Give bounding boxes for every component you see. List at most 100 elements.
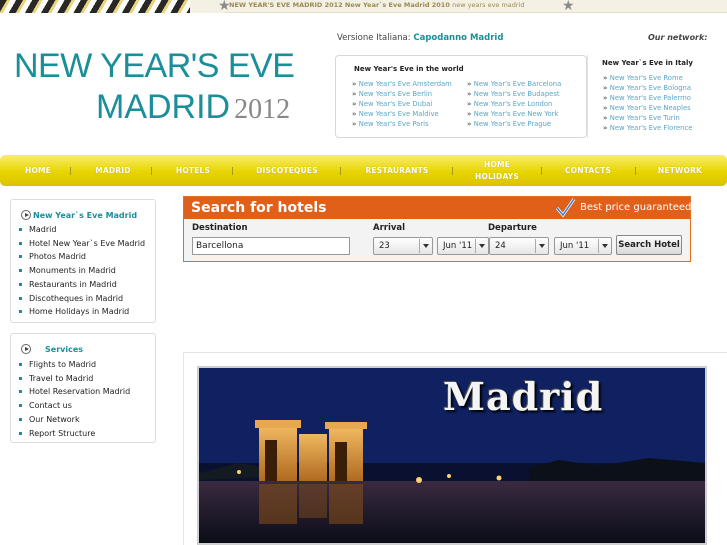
madrid-photo: Madrid xyxy=(197,366,707,545)
chevron-down-icon xyxy=(598,239,610,253)
sidebar-item[interactable]: Travel to Madrid xyxy=(19,372,130,386)
nav-separator xyxy=(541,167,542,175)
bullet-icon xyxy=(19,404,22,408)
network-link[interactable]: » New Year's Eve Budapest xyxy=(467,89,561,99)
search-header: Search for hotels Best price guaranteed xyxy=(184,197,692,219)
world-network-col2: » New Year's Eve Barcelona » New Year's … xyxy=(467,79,561,129)
sidebar-services: Services Flights to Madrid Travel to Mad… xyxy=(10,333,156,443)
network-link[interactable]: » New Year's Eve Turin xyxy=(603,113,692,123)
world-network-title: New Year's Eve in the world xyxy=(354,65,464,73)
chevron-down-icon xyxy=(475,239,487,253)
world-network-col1: » New Year's Eve Amsterdam » New Year's … xyxy=(352,79,452,129)
checkmark-icon xyxy=(555,198,576,218)
italy-network-list: » New Year's Eve Rome » New Year's Eve B… xyxy=(603,73,692,134)
nav-home-holidays[interactable]: HOME HOLIDAYS xyxy=(468,155,526,186)
sidebar-services-title[interactable]: Services xyxy=(21,344,83,354)
nav-separator xyxy=(151,167,152,175)
network-link[interactable]: » New Year's Eve Amsterdam xyxy=(352,79,452,89)
decorative-pattern xyxy=(0,0,190,13)
network-link[interactable]: » New Year's Eve Barcelona xyxy=(467,79,561,89)
star-icon: ★ xyxy=(562,0,575,14)
network-link[interactable]: » New Year's Eve Dubai xyxy=(352,99,452,109)
nav-hotels[interactable]: HOTELS xyxy=(163,155,223,186)
sidebar-item[interactable]: Our Network xyxy=(19,413,130,427)
bullet-icon xyxy=(19,376,22,380)
bullet-icon xyxy=(19,417,22,421)
sidebar-item[interactable]: Home Holidays in Madrid xyxy=(19,305,145,319)
search-title: Search for hotels xyxy=(191,200,327,216)
sidebar-item[interactable]: Contact us xyxy=(19,399,130,413)
main-nav: HOME MADRID HOTELS DISCOTEQUES RESTAURAN… xyxy=(0,155,727,186)
bullet-icon xyxy=(19,390,22,394)
nav-separator xyxy=(340,167,341,175)
italian-version-link[interactable]: Capodanno Madrid xyxy=(413,33,503,43)
network-link[interactable]: » New Year's Eve Maldive xyxy=(352,109,452,119)
network-link[interactable]: » New Year's Eve Florence xyxy=(603,123,692,133)
arrival-label: Arrival xyxy=(373,223,406,233)
italy-network-title: New Year`s Eve in Italy xyxy=(602,59,693,67)
nav-madrid[interactable]: MADRID xyxy=(84,155,142,186)
sidebar-item[interactable]: Hotel Reservation Madrid xyxy=(19,385,130,399)
network-link[interactable]: » New Year's Eve London xyxy=(467,99,561,109)
sidebar-madrid-title[interactable]: New Year`s Eve Madrid xyxy=(21,210,137,220)
arrival-month-select[interactable]: Jun '11 xyxy=(437,237,489,255)
world-network-box: New Year's Eve in the world » New Year's… xyxy=(335,55,587,138)
sidebar-item[interactable]: Discotheques in Madrid xyxy=(19,292,145,306)
bullet-icon xyxy=(19,282,22,286)
nav-separator xyxy=(452,167,453,175)
departure-day-select[interactable]: 24 xyxy=(489,237,549,255)
arrival-day-select[interactable]: 23 xyxy=(373,237,433,255)
logo-line2[interactable]: MADRID 2012 xyxy=(96,88,290,127)
nav-separator xyxy=(635,167,636,175)
our-network-label: Our network: xyxy=(648,33,708,42)
network-link[interactable]: » New Year's Eve New York xyxy=(467,109,561,119)
network-link[interactable]: » New Year's Eve Paris xyxy=(352,119,452,129)
sidebar-item[interactable]: Restaurants in Madrid xyxy=(19,278,145,292)
sidebar-item[interactable]: Madrid xyxy=(19,223,145,237)
search-hotel-button[interactable]: Search Hotel xyxy=(616,235,682,255)
play-bullet-icon xyxy=(21,344,31,354)
play-bullet-icon xyxy=(21,210,31,220)
nav-discoteques[interactable]: DISCOTEQUES xyxy=(247,155,327,186)
departure-month-select[interactable]: Jun '11 xyxy=(554,237,612,255)
bullet-icon xyxy=(19,255,22,259)
bullet-icon xyxy=(19,241,22,245)
language-switch: Versione Italiana: Capodanno Madrid xyxy=(337,33,504,43)
italy-network-box: New Year`s Eve in Italy » New Year's Eve… xyxy=(587,55,727,138)
logo-line1[interactable]: NEW YEAR'S EVE xyxy=(14,47,295,86)
hotel-search-widget: Search for hotels Best price guaranteed … xyxy=(183,196,691,262)
nav-contacts[interactable]: CONTACTS xyxy=(556,155,620,186)
sidebar-madrid: New Year`s Eve Madrid Madrid Hotel New Y… xyxy=(10,199,156,323)
sidebar-item[interactable]: Hotel New Year`s Eve Madrid xyxy=(19,237,145,251)
photo-caption: Madrid xyxy=(443,374,604,419)
nav-separator xyxy=(232,167,233,175)
network-link[interactable]: » New Year's Eve Neaples xyxy=(603,103,692,113)
chevron-down-icon xyxy=(535,239,547,253)
network-link[interactable]: » New Year's Eve Palermo xyxy=(603,93,692,103)
network-link[interactable]: » New Year's Eve Bologna xyxy=(603,83,692,93)
logo-year: 2012 xyxy=(234,94,291,125)
destination-input[interactable] xyxy=(192,237,350,255)
nav-network[interactable]: NETWORK xyxy=(648,155,712,186)
site-tagline: NEW YEAR'S EVE MADRID 2012 New Year`s Ev… xyxy=(229,1,525,9)
top-strip: ★ NEW YEAR'S EVE MADRID 2012 New Year`s … xyxy=(0,0,727,14)
bullet-icon xyxy=(19,228,22,231)
chevron-down-icon xyxy=(419,239,431,253)
sidebar-item[interactable]: Monuments in Madrid xyxy=(19,264,145,278)
bullet-icon xyxy=(19,296,22,300)
bullet-icon xyxy=(19,310,22,314)
best-price-label: Best price guaranteed xyxy=(580,202,692,213)
network-link[interactable]: » New Year's Eve Berlin xyxy=(352,89,452,99)
sidebar-item[interactable]: Report Structure xyxy=(19,427,130,441)
network-link[interactable]: » New Year's Eve Rome xyxy=(603,73,692,83)
bullet-icon xyxy=(19,363,22,366)
destination-label: Destination xyxy=(192,223,248,233)
sidebar-item[interactable]: Flights to Madrid xyxy=(19,358,130,372)
nav-home[interactable]: HOME xyxy=(12,155,64,186)
bullet-icon xyxy=(19,431,22,435)
bullet-icon xyxy=(19,269,22,273)
network-link[interactable]: » New Year's Eve Prague xyxy=(467,119,561,129)
sidebar-item[interactable]: Photos Madrid xyxy=(19,250,145,264)
nav-restaurants[interactable]: RESTAURANTS xyxy=(356,155,438,186)
departure-label: Departure xyxy=(488,223,537,233)
